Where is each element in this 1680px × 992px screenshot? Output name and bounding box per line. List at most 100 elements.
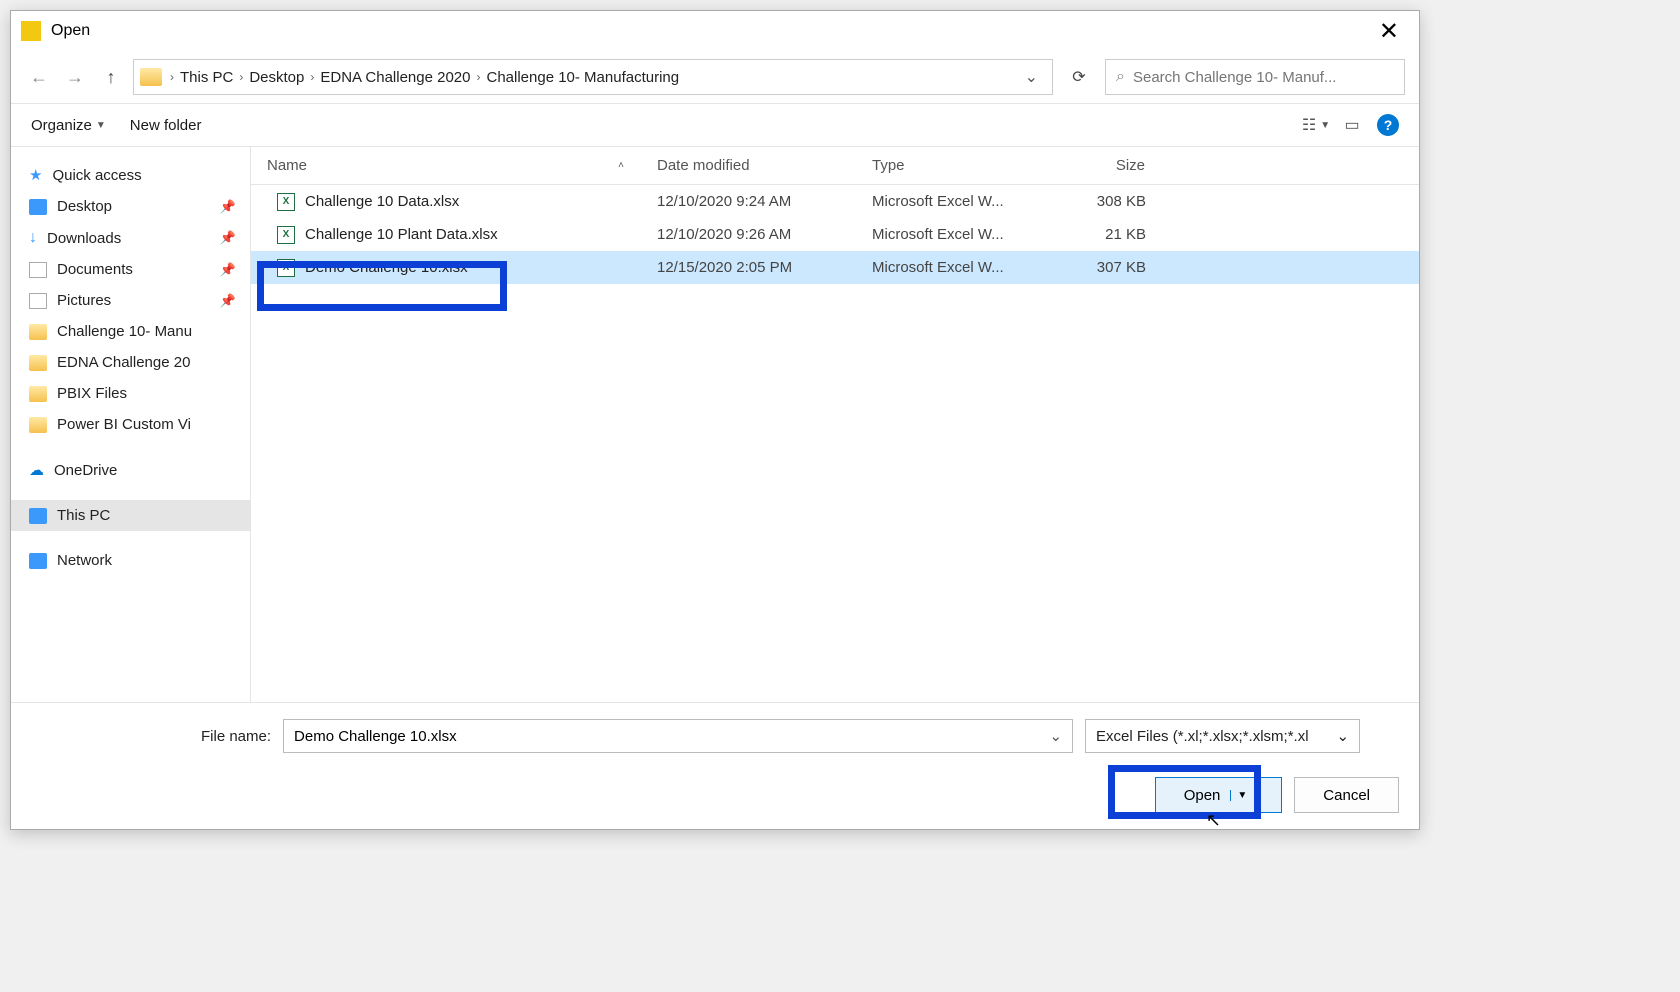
sidebar-label: Power BI Custom Vi [57, 416, 191, 433]
file-name: Demo Challenge 10.xlsx [305, 259, 468, 276]
file-type-filter[interactable]: Excel Files (*.xl;*.xlsx;*.xlsm;*.xl ⌄ [1085, 719, 1360, 753]
excel-icon: X [277, 226, 295, 244]
file-size: 308 KB [1036, 193, 1166, 210]
preview-pane-button[interactable]: ▭ [1341, 116, 1363, 134]
column-size[interactable]: Size [1036, 147, 1166, 184]
cloud-icon: ☁ [29, 461, 44, 479]
toolbar: Organize ▼ New folder ☷ ▼ ▭ ? [11, 104, 1419, 147]
new-folder-button[interactable]: New folder [130, 117, 202, 134]
breadcrumb-segment[interactable]: This PC [176, 69, 237, 86]
column-name[interactable]: Name ˄ [251, 147, 641, 184]
sidebar-item-folder[interactable]: Challenge 10- Manu [11, 316, 250, 347]
chevron-right-icon [237, 70, 245, 84]
file-row-selected[interactable]: XDemo Challenge 10.xlsx 12/15/2020 2:05 … [251, 251, 1419, 284]
file-type: Microsoft Excel W... [856, 193, 1036, 210]
navigation-row: ← → ↑ This PC Desktop EDNA Challenge 202… [11, 51, 1419, 104]
file-row[interactable]: X Challenge 10 Plant Data.xlsx 12/10/2020… [251, 218, 1419, 251]
pictures-icon [29, 293, 47, 309]
breadcrumb[interactable]: This PC Desktop EDNA Challenge 2020 Chal… [133, 59, 1053, 95]
filter-label: Excel Files (*.xl;*.xlsx;*.xlsm;*.xl [1096, 728, 1309, 745]
sidebar-label: Network [57, 552, 112, 569]
pin-icon: 📌 [220, 262, 236, 278]
sidebar: ★ Quick access Desktop 📌 ↓ Downloads 📌 D… [11, 147, 251, 702]
search-box[interactable]: ⌕ [1105, 59, 1405, 95]
help-icon[interactable]: ? [1377, 114, 1399, 136]
file-header: Name ˄ Date modified Type Size [251, 147, 1419, 185]
sidebar-item-folder[interactable]: Power BI Custom Vi [11, 409, 250, 440]
folder-icon [29, 417, 47, 433]
breadcrumb-dropdown-icon[interactable]: ⌄ [1017, 67, 1046, 87]
breadcrumb-segment[interactable]: EDNA Challenge 2020 [316, 69, 474, 86]
back-button[interactable]: ← [25, 63, 53, 91]
sidebar-label: Desktop [57, 198, 112, 215]
column-date[interactable]: Date modified [641, 147, 856, 184]
folder-icon [29, 386, 47, 402]
body-area: ★ Quick access Desktop 📌 ↓ Downloads 📌 D… [11, 147, 1419, 702]
view-mode-button[interactable]: ☷ ▼ [1305, 116, 1327, 134]
sidebar-item-pictures[interactable]: Pictures 📌 [11, 285, 250, 316]
open-button[interactable]: Open ▼ [1155, 777, 1283, 813]
refresh-button[interactable]: ⟳ [1061, 59, 1097, 95]
cancel-label: Cancel [1323, 787, 1370, 804]
file-type: Microsoft Excel W... [856, 226, 1036, 243]
up-button[interactable]: ↑ [97, 63, 125, 91]
sidebar-item-folder[interactable]: PBIX Files [11, 378, 250, 409]
filename-input[interactable]: Demo Challenge 10.xlsx ⌄ [283, 719, 1073, 753]
open-label: Open [1184, 787, 1221, 804]
search-input[interactable] [1133, 69, 1394, 86]
new-folder-label: New folder [130, 117, 202, 134]
excel-icon: X [277, 259, 295, 277]
file-name: Challenge 10 Plant Data.xlsx [305, 226, 498, 243]
sidebar-label: Documents [57, 261, 133, 278]
sidebar-item-downloads[interactable]: ↓ Downloads 📌 [11, 222, 250, 254]
chevron-down-icon[interactable]: ⌄ [1049, 727, 1062, 745]
monitor-icon [29, 508, 47, 524]
breadcrumb-segment[interactable]: Desktop [245, 69, 308, 86]
bottom-bar: File name: Demo Challenge 10.xlsx ⌄ Exce… [11, 702, 1419, 769]
chevron-right-icon [168, 70, 176, 84]
organize-label: Organize [31, 117, 92, 134]
filename-value: Demo Challenge 10.xlsx [294, 728, 457, 745]
column-type[interactable]: Type [856, 147, 1036, 184]
sidebar-item-network[interactable]: Network [11, 545, 250, 576]
excel-icon: X [277, 193, 295, 211]
sidebar-item-onedrive[interactable]: ☁ OneDrive [11, 454, 250, 486]
pin-icon: 📌 [220, 230, 236, 246]
sidebar-item-this-pc[interactable]: This PC [11, 500, 250, 531]
close-icon[interactable]: ✕ [1369, 17, 1409, 46]
cancel-button[interactable]: Cancel [1294, 777, 1399, 813]
organize-button[interactable]: Organize ▼ [31, 117, 106, 134]
file-date: 12/10/2020 9:24 AM [641, 193, 856, 210]
folder-icon [29, 324, 47, 340]
sidebar-label: EDNA Challenge 20 [57, 354, 190, 371]
breadcrumb-segment[interactable]: Challenge 10- Manufacturing [482, 69, 683, 86]
desktop-icon [29, 199, 47, 215]
file-row[interactable]: X Challenge 10 Data.xlsx 12/10/2020 9:24 … [251, 185, 1419, 218]
file-size: 21 KB [1036, 226, 1166, 243]
file-list: X Challenge 10 Data.xlsx 12/10/2020 9:24 … [251, 185, 1419, 284]
chevron-right-icon [308, 70, 316, 84]
file-size: 307 KB [1036, 259, 1166, 276]
sidebar-item-folder[interactable]: EDNA Challenge 20 [11, 347, 250, 378]
chevron-right-icon [474, 70, 482, 84]
folder-icon [140, 68, 162, 86]
chevron-down-icon: ⌄ [1336, 727, 1349, 745]
cursor-icon: ↖ [1206, 810, 1221, 831]
sort-asc-icon: ˄ [618, 160, 624, 171]
search-icon: ⌕ [1116, 68, 1125, 86]
download-icon: ↓ [29, 229, 37, 247]
file-name: Challenge 10 Data.xlsx [305, 193, 459, 210]
file-date: 12/10/2020 9:26 AM [641, 226, 856, 243]
sidebar-item-documents[interactable]: Documents 📌 [11, 254, 250, 285]
open-split-dropdown[interactable]: ▼ [1230, 790, 1253, 801]
file-type: Microsoft Excel W... [856, 259, 1036, 276]
sidebar-label: Downloads [47, 230, 121, 247]
folder-icon [29, 355, 47, 371]
pin-icon: 📌 [220, 199, 236, 215]
sidebar-item-desktop[interactable]: Desktop 📌 [11, 191, 250, 222]
forward-button[interactable]: → [61, 63, 89, 91]
pin-icon: 📌 [220, 293, 236, 309]
sidebar-label: Quick access [52, 167, 141, 184]
button-row: Open ▼ Cancel ↖ [11, 769, 1419, 829]
sidebar-quick-access[interactable]: ★ Quick access [11, 159, 250, 191]
